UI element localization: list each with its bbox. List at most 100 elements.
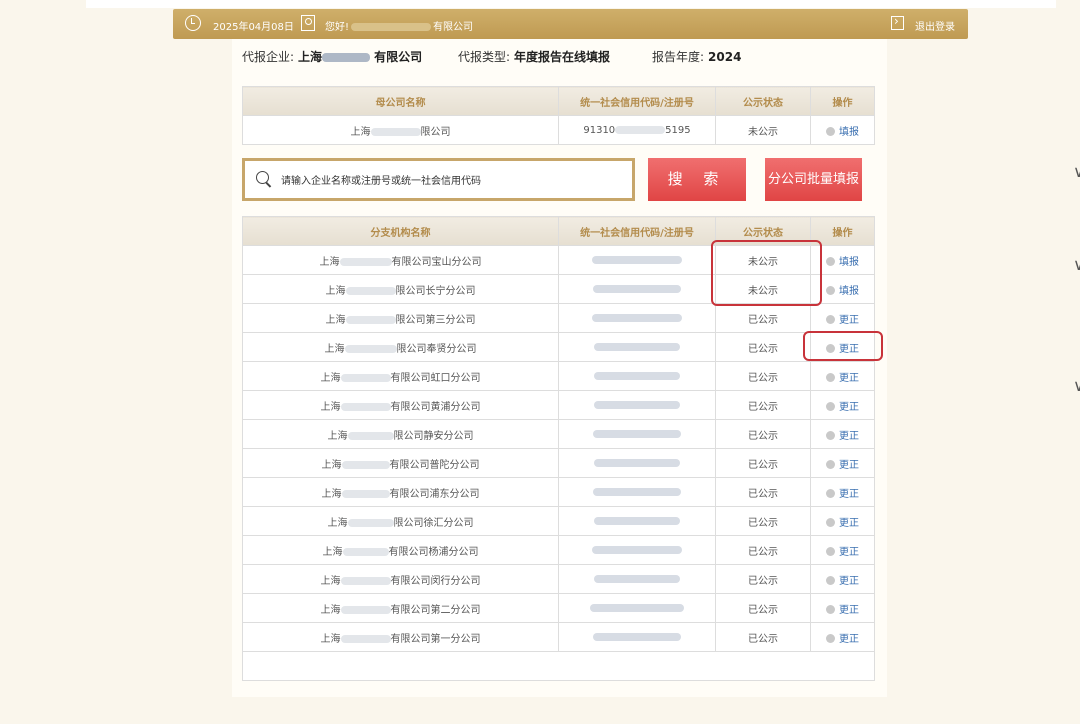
edit-icon (826, 314, 835, 324)
name-suffix: 有限公司虹口分公司 (390, 372, 481, 384)
blurred-text (345, 286, 396, 295)
action-link[interactable]: 更正 (839, 373, 859, 384)
parent-name: 上海 限公司 (242, 115, 559, 145)
blurred-text (341, 489, 390, 498)
table-empty-row (242, 651, 875, 681)
table-header-row: 母公司名称 统一社会信用代码/注册号 公示状态 操作 (242, 86, 875, 116)
action-link[interactable]: 更正 (839, 460, 859, 471)
action-link[interactable]: 更正 (839, 634, 859, 645)
blurred-company (322, 53, 371, 62)
year-value: 2024 (708, 50, 742, 64)
status-cell: 已公示 (715, 448, 811, 478)
action-link[interactable]: 填报 (839, 127, 859, 138)
edge-mark: ∨ (1073, 162, 1080, 181)
logout-link[interactable]: 退出登录 (915, 18, 955, 33)
action-link[interactable]: 填报 (839, 286, 859, 297)
blurred-code (593, 632, 681, 641)
name-prefix: 上海 (320, 604, 341, 616)
code-prefix: 91310 (583, 124, 616, 136)
name-suffix: 限公司静安分公司 (393, 430, 474, 442)
branch-code (558, 274, 716, 304)
action-link[interactable]: 更正 (839, 431, 859, 442)
name-suffix: 有限公司第一分公司 (390, 633, 481, 645)
name-prefix: 上海 (320, 401, 341, 413)
search-input[interactable] (279, 171, 628, 191)
blurred-text (340, 373, 391, 382)
blurred-code (594, 342, 680, 351)
action-cell[interactable]: 更正 (810, 622, 875, 652)
year-info: 报告年度: 2024 (652, 48, 741, 65)
company-suffix: 有限公司 (374, 50, 423, 64)
col-header: 母公司名称 (242, 86, 559, 116)
edit-icon (826, 517, 835, 527)
greeting-prefix: 您好! (325, 22, 350, 33)
action-link[interactable]: 更正 (839, 576, 859, 587)
branch-name: 上海 有限公司宝山分公司 (242, 245, 559, 275)
table-row: 上海 有限公司第一分公司 已公示 更正 (242, 622, 875, 652)
name-prefix: 上海 (321, 488, 342, 500)
edit-icon (826, 488, 835, 498)
greeting: 您好! 有限公司 (325, 18, 473, 33)
name-suffix: 有限公司宝山分公司 (391, 256, 482, 268)
edit-icon (826, 575, 835, 585)
action-cell[interactable]: 填报 (810, 115, 875, 145)
table-row: 上海 限公司 91310 5195 未公示 填报 (242, 115, 875, 145)
blurred-company-name (351, 23, 432, 31)
table-row: 上海 有限公司普陀分公司 已公示 更正 (242, 448, 875, 478)
branch-code (558, 622, 716, 652)
type-info: 代报类型: 年度报告在线填报 (458, 48, 610, 65)
action-link[interactable]: 更正 (839, 402, 859, 413)
action-cell[interactable]: 更正 (810, 303, 875, 333)
status-cell: 已公示 (715, 303, 811, 333)
type-label: 代报类型: (458, 50, 511, 64)
action-cell[interactable]: 更正 (810, 448, 875, 478)
blurred-code (594, 516, 680, 525)
branch-code (558, 448, 716, 478)
branch-name: 上海 有限公司虹口分公司 (242, 361, 559, 391)
branch-code (558, 506, 716, 536)
blurred-code (594, 400, 680, 409)
action-cell[interactable]: 更正 (810, 477, 875, 507)
name-prefix: 上海 (327, 430, 348, 442)
action-cell[interactable]: 更正 (810, 419, 875, 449)
status-cell: 已公示 (715, 332, 811, 362)
action-cell[interactable]: 更正 (810, 390, 875, 420)
name-prefix: 上海 (350, 126, 371, 138)
blurred-code (590, 603, 684, 612)
highlight-box-correct (803, 331, 883, 361)
name-suffix: 限公司长宁分公司 (395, 285, 476, 297)
blurred-text (339, 257, 392, 266)
branch-name: 上海 有限公司浦东分公司 (242, 477, 559, 507)
name-suffix: 有限公司第二分公司 (390, 604, 481, 616)
search-button[interactable]: 搜 索 (648, 158, 746, 201)
action-cell[interactable]: 更正 (810, 361, 875, 391)
name-suffix: 限公司奉贤分公司 (396, 343, 477, 355)
branch-code (558, 303, 716, 333)
status-cell: 已公示 (715, 419, 811, 449)
edit-icon (826, 126, 835, 136)
edit-icon (826, 256, 835, 266)
action-link[interactable]: 更正 (839, 518, 859, 529)
logout-icon[interactable] (891, 14, 904, 30)
action-cell[interactable]: 更正 (810, 564, 875, 594)
name-prefix: 上海 (327, 517, 348, 529)
blurred-text (347, 518, 394, 527)
batch-report-button[interactable]: 分公司批量填报 (765, 158, 862, 201)
name-suffix: 有限公司闵行分公司 (390, 575, 481, 587)
table-row: 上海 有限公司黄浦分公司 已公示 更正 (242, 390, 875, 420)
name-prefix: 上海 (322, 546, 343, 558)
action-cell[interactable]: 更正 (810, 506, 875, 536)
action-cell[interactable]: 更正 (810, 593, 875, 623)
name-prefix: 上海 (325, 285, 346, 297)
edit-icon (826, 633, 835, 643)
branch-name: 上海 限公司奉贤分公司 (242, 332, 559, 362)
action-link[interactable]: 更正 (839, 547, 859, 558)
edge-mark: ∨ (1073, 376, 1080, 395)
action-cell[interactable]: 更正 (810, 535, 875, 565)
action-link[interactable]: 更正 (839, 605, 859, 616)
action-link[interactable]: 更正 (839, 489, 859, 500)
branch-name: 上海 有限公司闵行分公司 (242, 564, 559, 594)
action-link[interactable]: 填报 (839, 257, 859, 268)
table-row: 上海 限公司奉贤分公司 已公示 更正 (242, 332, 875, 362)
action-link[interactable]: 更正 (839, 315, 859, 326)
